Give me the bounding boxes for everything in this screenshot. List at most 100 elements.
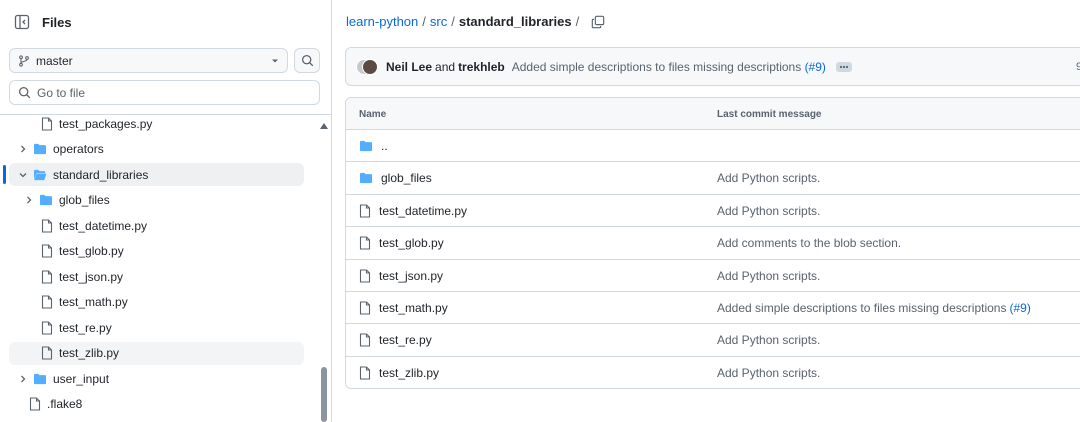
tree-item-label: test_re.py bbox=[59, 320, 112, 335]
row-name-link[interactable]: test_re.py bbox=[379, 333, 432, 347]
expand-toggle[interactable] bbox=[17, 171, 29, 179]
row-name-link[interactable]: test_glob.py bbox=[379, 236, 444, 250]
table-header: Name Last commit message bbox=[346, 98, 1080, 130]
scroll-up-arrow[interactable] bbox=[319, 119, 329, 133]
expand-toggle[interactable] bbox=[17, 145, 29, 153]
file-icon bbox=[41, 346, 53, 360]
row-commit-message[interactable]: Add Python scripts. bbox=[717, 204, 820, 218]
file-icon bbox=[359, 204, 371, 218]
file-icon bbox=[359, 301, 371, 315]
scrollbar-thumb[interactable] bbox=[321, 367, 327, 422]
file-icon bbox=[41, 320, 53, 335]
sidebar-header: Files bbox=[8, 8, 72, 36]
file-tree-sidebar: Files master tes bbox=[0, 0, 332, 422]
directory-listing-table: Name Last commit message .. glob_files Add… bbox=[345, 97, 1080, 389]
tree-folder-item[interactable]: operators bbox=[9, 138, 304, 161]
row-message-cell: Add comments to the blob section. bbox=[717, 227, 901, 259]
chevron-right-icon bbox=[21, 145, 26, 153]
search-icon bbox=[18, 86, 31, 99]
file-icon bbox=[41, 295, 53, 309]
breadcrumb-current: standard_libraries bbox=[458, 14, 572, 29]
table-body: .. glob_files Add Python scripts. test_date… bbox=[346, 130, 1080, 388]
tree-file-item[interactable]: test_packages.py bbox=[9, 112, 304, 135]
tree-item-label: test_math.py bbox=[59, 295, 128, 309]
table-row[interactable]: glob_files Add Python scripts. bbox=[346, 162, 1080, 195]
row-name-cell: test_json.py bbox=[359, 260, 443, 292]
commit-author-conjunction: and bbox=[435, 59, 456, 74]
tree-file-item[interactable]: test_re.py bbox=[9, 316, 304, 339]
folder-icon bbox=[34, 143, 46, 155]
latest-commit-bar: Neil Lee and trekhleb Added simple descr… bbox=[345, 47, 1080, 86]
row-name-link[interactable]: glob_files bbox=[381, 171, 432, 185]
sidebar-collapse-icon bbox=[14, 14, 30, 30]
row-commit-message[interactable]: Add Python scripts. bbox=[717, 333, 820, 347]
tree-file-item[interactable]: test_math.py bbox=[9, 291, 304, 314]
tree-item-label: .flake8 bbox=[47, 397, 83, 411]
table-row[interactable]: test_json.py Add Python scripts. bbox=[346, 260, 1080, 292]
column-header-message: Last commit message bbox=[717, 109, 822, 120]
row-message-cell: Add Python scripts. bbox=[717, 260, 820, 292]
collapse-sidebar-button[interactable] bbox=[8, 8, 36, 36]
tree-folder-item[interactable]: glob_files bbox=[9, 189, 304, 212]
row-commit-message[interactable]: Add Python scripts. bbox=[717, 269, 820, 283]
branch-row: master bbox=[9, 48, 320, 73]
row-name-cell: test_datetime.py bbox=[359, 195, 467, 227]
row-name-cell: test_glob.py bbox=[359, 227, 444, 259]
row-commit-pr-link[interactable]: (#9) bbox=[1009, 301, 1030, 315]
search-button[interactable] bbox=[294, 48, 320, 73]
row-name-link[interactable]: .. bbox=[381, 139, 388, 153]
expand-toggle[interactable] bbox=[23, 196, 35, 204]
tree-file-item[interactable]: test_glob.py bbox=[9, 240, 304, 263]
breadcrumb-separator: / bbox=[451, 14, 455, 29]
copy-icon bbox=[591, 15, 605, 28]
breadcrumb-repo-link[interactable]: learn-python bbox=[346, 14, 418, 29]
file-icon bbox=[41, 244, 53, 258]
expand-commit-button[interactable] bbox=[835, 61, 852, 72]
expand-toggle[interactable] bbox=[17, 375, 29, 383]
tree-file-item[interactable]: test_zlib.py bbox=[9, 341, 304, 365]
table-row[interactable]: test_re.py Add Python scripts. bbox=[346, 324, 1080, 357]
tree-folder-item[interactable]: user_input bbox=[9, 367, 304, 390]
row-commit-message[interactable]: Added simple descriptions to files missi… bbox=[717, 301, 1006, 315]
file-icon bbox=[359, 236, 371, 250]
branch-selector[interactable]: master bbox=[9, 48, 288, 73]
tree-item-label: standard_libraries bbox=[53, 167, 149, 182]
row-name-link[interactable]: test_math.py bbox=[379, 301, 448, 315]
table-row[interactable]: .. bbox=[346, 130, 1080, 163]
commit-author-link[interactable]: Neil Lee bbox=[386, 60, 432, 74]
table-row[interactable]: test_glob.py Add comments to the blob sec… bbox=[346, 227, 1080, 260]
go-to-file-field[interactable] bbox=[9, 80, 320, 105]
tree-item-label: test_json.py bbox=[59, 269, 124, 284]
tree-folder-item[interactable]: standard_libraries bbox=[9, 163, 304, 186]
row-commit-message[interactable]: Add Python scripts. bbox=[717, 171, 820, 185]
row-name-link[interactable]: test_datetime.py bbox=[379, 204, 467, 218]
commit-count-fragment: 9 bbox=[1076, 61, 1080, 73]
row-message-cell: Add Python scripts. bbox=[717, 324, 820, 356]
tree-file-item[interactable]: test_datetime.py bbox=[9, 214, 304, 237]
author-avatars[interactable] bbox=[356, 58, 380, 76]
avatar bbox=[362, 58, 378, 75]
file-icon bbox=[359, 333, 371, 347]
file-icon bbox=[29, 397, 41, 411]
row-name-link[interactable]: test_json.py bbox=[379, 269, 443, 283]
breadcrumb-dir-link[interactable]: src bbox=[430, 14, 447, 29]
go-to-file-input[interactable] bbox=[37, 85, 297, 100]
sidebar-title: Files bbox=[42, 14, 72, 30]
tree-file-item[interactable]: test_json.py bbox=[9, 265, 304, 288]
row-commit-message[interactable]: Add comments to the blob section. bbox=[717, 236, 901, 250]
commit-author-link[interactable]: trekhleb bbox=[458, 60, 505, 74]
table-row[interactable]: test_math.py Added simple descriptions to… bbox=[346, 292, 1080, 325]
copy-path-button[interactable] bbox=[591, 15, 605, 29]
table-row[interactable]: test_zlib.py Add Python scripts. bbox=[346, 357, 1080, 388]
commit-message-link[interactable]: Added simple descriptions to files missi… bbox=[512, 60, 826, 74]
table-row[interactable]: test_datetime.py Add Python scripts. bbox=[346, 195, 1080, 228]
row-name-link[interactable]: test_zlib.py bbox=[379, 366, 439, 380]
file-icon bbox=[359, 366, 371, 380]
commit-pr-link[interactable]: (#9) bbox=[805, 60, 826, 74]
row-commit-message[interactable]: Add Python scripts. bbox=[717, 366, 820, 380]
file-icon bbox=[41, 116, 53, 131]
chevron-right-icon bbox=[27, 196, 32, 204]
tree-file-item[interactable]: .flake8 bbox=[9, 393, 304, 416]
row-name-cell: glob_files bbox=[359, 162, 432, 194]
tree-item-label: test_zlib.py bbox=[59, 346, 120, 360]
